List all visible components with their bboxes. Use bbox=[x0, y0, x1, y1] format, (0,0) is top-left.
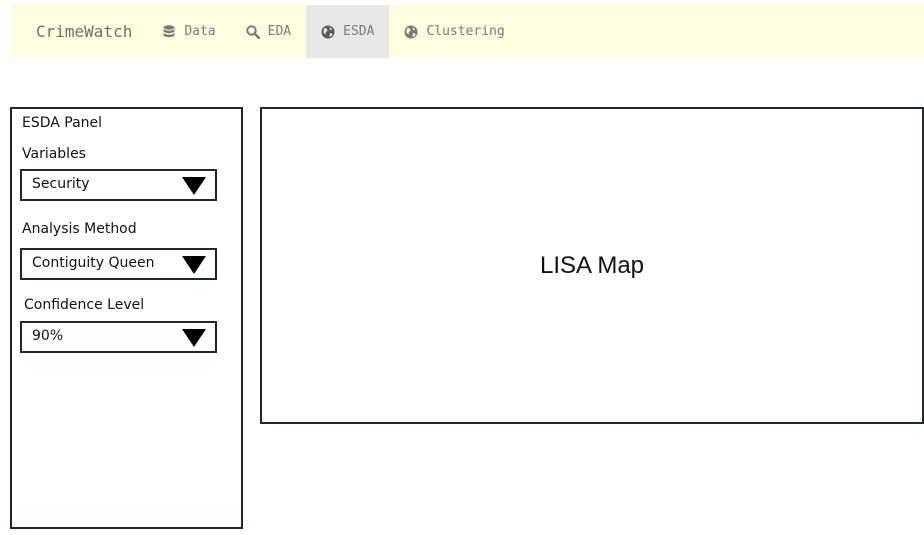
tab-eda-label: EDA bbox=[267, 24, 292, 39]
analysis-method-select[interactable]: Contiguity Queen bbox=[20, 248, 217, 280]
lisa-map[interactable]: LISA Map bbox=[260, 107, 924, 424]
variables-select[interactable]: Security bbox=[20, 169, 217, 201]
confidence-level-select-value: 90% bbox=[32, 328, 64, 344]
analysis-method-label: Analysis Method bbox=[22, 221, 137, 237]
database-icon bbox=[162, 24, 176, 39]
confidence-level-label: Confidence Level bbox=[24, 297, 145, 313]
esda-panel: ESDA Panel Variables Security Analysis M… bbox=[10, 107, 243, 529]
tab-eda[interactable]: EDA bbox=[231, 5, 306, 58]
tab-clustering[interactable]: Clustering bbox=[389, 5, 519, 58]
variables-label: Variables bbox=[22, 146, 86, 162]
variables-select-value: Security bbox=[32, 176, 90, 192]
tab-esda-label: ESDA bbox=[343, 24, 375, 39]
tab-data-label: Data bbox=[184, 24, 216, 39]
brand-title[interactable]: CrimeWatch bbox=[11, 5, 147, 58]
chevron-down-icon bbox=[182, 329, 206, 347]
chevron-down-icon bbox=[182, 177, 206, 195]
map-title: LISA Map bbox=[539, 251, 645, 279]
tab-esda[interactable]: ESDA bbox=[306, 5, 390, 58]
tab-clustering-label: Clustering bbox=[426, 24, 505, 39]
panel-title: ESDA Panel bbox=[22, 115, 103, 131]
top-navbar: CrimeWatch Data EDA ESDA Clustering bbox=[11, 5, 924, 58]
confidence-level-select[interactable]: 90% bbox=[20, 321, 217, 353]
globe-icon bbox=[321, 25, 335, 39]
analysis-method-select-value: Contiguity Queen bbox=[32, 255, 155, 271]
globe-icon bbox=[404, 25, 418, 39]
tab-data[interactable]: Data bbox=[147, 5, 230, 58]
chevron-down-icon bbox=[182, 256, 206, 274]
search-icon bbox=[245, 24, 260, 39]
